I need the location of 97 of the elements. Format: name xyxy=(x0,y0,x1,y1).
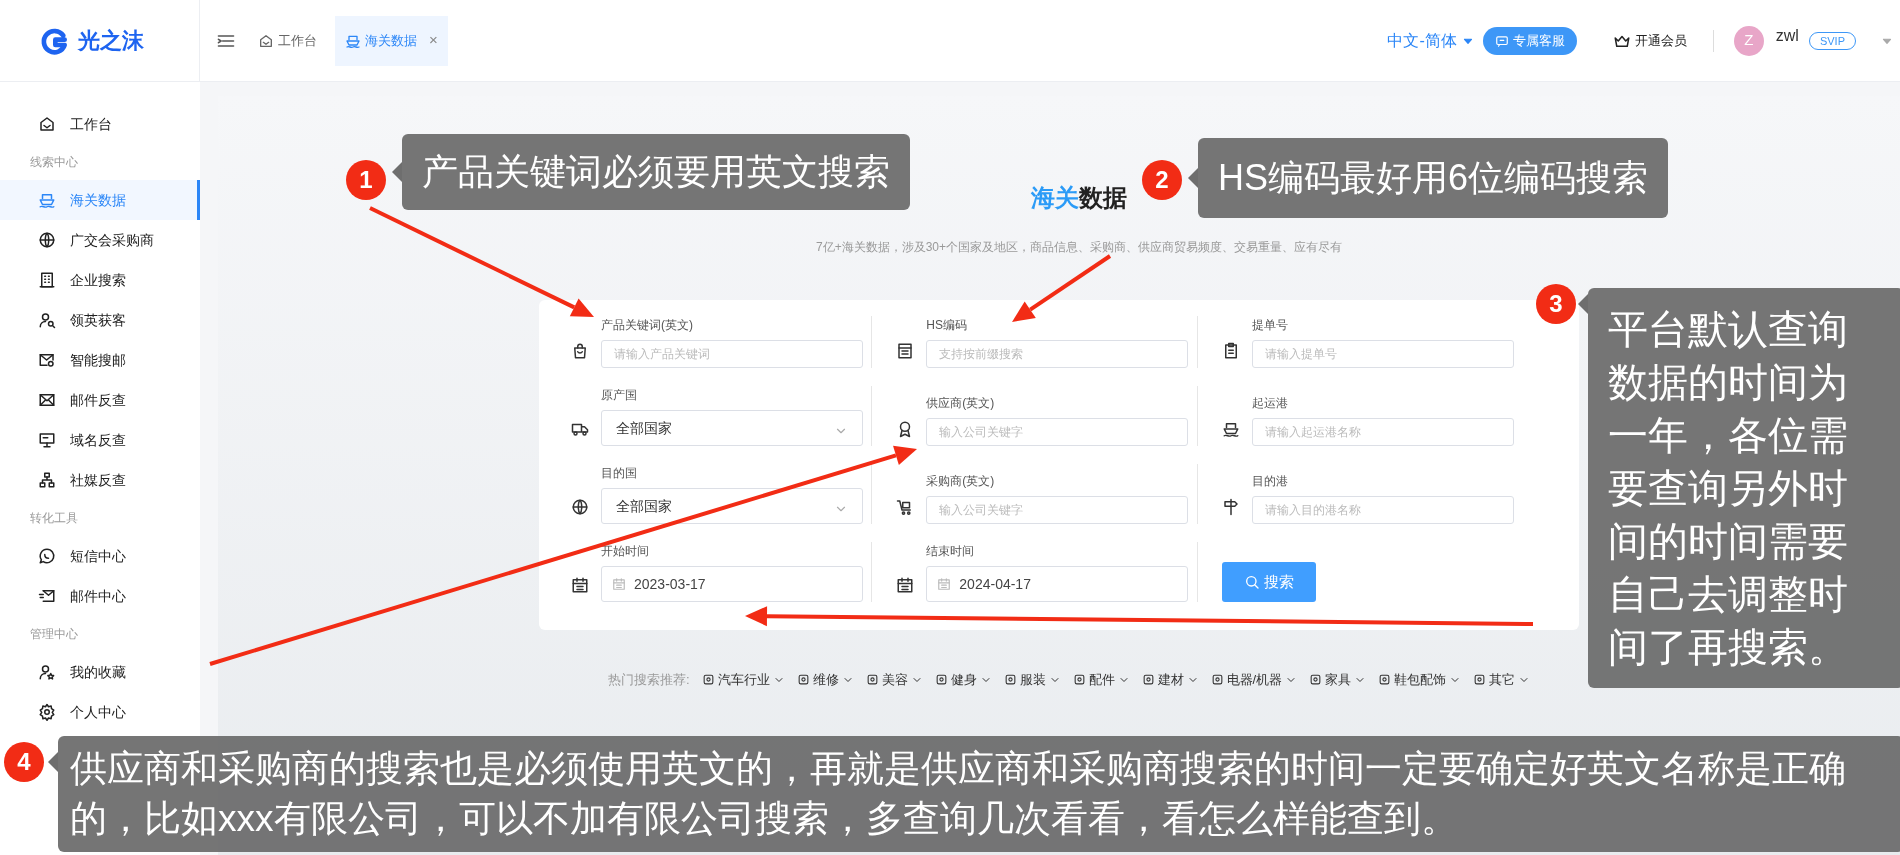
section-heading: 线索中心 xyxy=(29,154,79,171)
home-icon xyxy=(258,32,274,49)
input-field[interactable]: 输入公司关键字 xyxy=(926,496,1189,524)
field-label: 结束时间 xyxy=(926,543,975,560)
field-label: HS编码 xyxy=(926,317,967,334)
date-field[interactable]: 2024-04-17 xyxy=(926,566,1189,602)
field-label: 产品关键词(英文) xyxy=(601,317,693,334)
section-heading: 转化工具 xyxy=(29,510,79,527)
sidebar-item[interactable]: 智能搜邮 xyxy=(0,340,200,380)
category-dropdown[interactable]: 家具 xyxy=(1309,670,1367,690)
logo-text: 光之沫 xyxy=(78,27,144,55)
chat-bubble-icon xyxy=(38,547,56,565)
user-name: zwl xyxy=(1775,25,1799,46)
monitor-icon xyxy=(38,431,56,449)
category-dropdown[interactable]: 美容 xyxy=(865,670,923,690)
category-icon xyxy=(865,673,879,687)
category-dropdown[interactable]: 鞋包配饰 xyxy=(1378,670,1462,690)
country-dropdown[interactable]: 全部国家 xyxy=(601,488,863,524)
input-field[interactable]: 请输入提单号 xyxy=(1251,340,1514,368)
ship-icon xyxy=(1221,420,1240,438)
input-field[interactable]: 请输入起运港名称 xyxy=(1251,418,1514,446)
sidebar-item[interactable]: 领英获客 xyxy=(0,300,200,340)
category-icon xyxy=(1378,673,1392,687)
field-label: 起运港 xyxy=(1251,395,1288,412)
user-search-icon xyxy=(38,311,56,329)
chat-box-icon xyxy=(1494,33,1509,48)
hot-search-label: 热门搜索推荐: xyxy=(607,671,690,689)
category-icon xyxy=(1309,673,1323,687)
category-icon xyxy=(796,673,810,687)
category-dropdown[interactable]: 配件 xyxy=(1072,670,1130,690)
home-icon xyxy=(38,115,56,133)
category-dropdown[interactable]: 汽车行业 xyxy=(701,670,785,690)
category-dropdown[interactable]: 建材 xyxy=(1141,670,1199,690)
hierarchy-icon xyxy=(38,471,56,489)
page-title: 海关数据 xyxy=(1031,183,1127,213)
category-icon xyxy=(1210,673,1224,687)
category-icon xyxy=(1072,673,1086,687)
category-icon xyxy=(1141,673,1155,687)
building-icon xyxy=(38,271,56,289)
annotation-text: 产品关键词必须要用英文搜索 xyxy=(422,150,890,194)
settings-icon xyxy=(38,703,56,721)
category-dropdown[interactable]: 服装 xyxy=(1003,670,1061,690)
annotation-text: HS编码最好用6位编码搜索 xyxy=(1218,156,1649,200)
language-dropdown[interactable]: 中文-简体 xyxy=(1387,28,1475,53)
sidebar-item[interactable]: 我的收藏 xyxy=(0,652,200,692)
category-icon xyxy=(701,673,715,687)
field-label: 原产国 xyxy=(601,387,637,404)
signpost-icon xyxy=(1221,498,1240,516)
field-label: 开始时间 xyxy=(601,543,649,560)
sidebar-item[interactable]: 企业搜索 xyxy=(0,260,200,300)
input-field[interactable]: 支持按前缀搜索 xyxy=(926,340,1189,368)
sidebar-item[interactable]: 广交会采购商 xyxy=(0,220,200,260)
input-field[interactable]: 请输入产品关键词 xyxy=(601,340,863,368)
category-dropdown[interactable]: 维修 xyxy=(796,670,854,690)
input-field[interactable]: 请输入目的港名称 xyxy=(1251,496,1514,524)
envelope-send-icon xyxy=(38,587,56,605)
category-icon xyxy=(934,673,948,687)
annotation-text: 平台默认查询数据的时间为一年，各位需要查询另外时间的时间需要自己去调整时间了再搜索。 xyxy=(1608,305,1849,671)
search-icon xyxy=(1243,574,1260,590)
sidebar-item[interactable]: 社媒反查 xyxy=(0,460,200,500)
input-field[interactable]: 输入公司关键字 xyxy=(926,418,1189,446)
calendar-icon xyxy=(571,576,589,594)
category-icon xyxy=(1473,673,1487,687)
annotation-text: 供应商和采购商的搜索也是必须使用英文的，再就是供应商和采购商搜索的时间一定要确定好英文名称是正确的，比如xxx有限公司，可以不加有限公司搜索，多查询几次看看，看怎么样能查到。 xyxy=(70,747,1847,841)
envelope-search-icon xyxy=(38,351,56,369)
user-star-icon xyxy=(38,663,56,681)
section-heading: 管理中心 xyxy=(29,626,79,643)
category-dropdown[interactable]: 其它 xyxy=(1473,670,1531,690)
ship-icon xyxy=(38,191,56,209)
field-label: 提单号 xyxy=(1251,317,1288,334)
date-field[interactable]: 2023-03-17 xyxy=(601,566,863,602)
document-icon xyxy=(896,342,915,360)
globe-icon xyxy=(571,498,589,516)
globe-icon xyxy=(38,231,56,249)
sidebar-item[interactable]: 邮件反查 xyxy=(0,380,200,420)
calendar-icon xyxy=(937,577,952,591)
envelope-icon xyxy=(38,391,56,409)
category-dropdown[interactable]: 健身 xyxy=(934,670,992,690)
membership-link[interactable]: 开通会员 xyxy=(1612,30,1687,51)
sidebar-item[interactable]: 邮件中心 xyxy=(0,576,200,616)
calendar-icon xyxy=(896,576,915,594)
bag-icon xyxy=(571,342,589,360)
user-avatar: Z xyxy=(1733,25,1764,56)
subtitle: 7亿+海关数据，涉及30+个国家及地区，商品信息、采购商、供应商贸易频度、交易重量、应有尽有 xyxy=(815,239,1342,256)
sidebar-item[interactable]: 工作台 xyxy=(0,104,200,144)
tab[interactable]: 工作台 xyxy=(248,15,327,66)
category-dropdown[interactable]: 电器/机器 xyxy=(1210,670,1298,690)
field-label: 目的国 xyxy=(601,465,637,482)
country-dropdown[interactable]: 全部国家 xyxy=(601,410,863,446)
sidebar-item[interactable]: 短信中心 xyxy=(0,536,200,576)
calendar-icon xyxy=(612,577,626,591)
category-icon xyxy=(1003,673,1017,687)
sidebar-item[interactable]: 域名反查 xyxy=(0,420,200,460)
field-label: 供应商(英文) xyxy=(926,395,995,412)
field-label: 目的港 xyxy=(1251,473,1288,490)
sidebar-item[interactable]: 个人中心 xyxy=(0,692,200,732)
field-label: 采购商(英文) xyxy=(926,473,995,490)
